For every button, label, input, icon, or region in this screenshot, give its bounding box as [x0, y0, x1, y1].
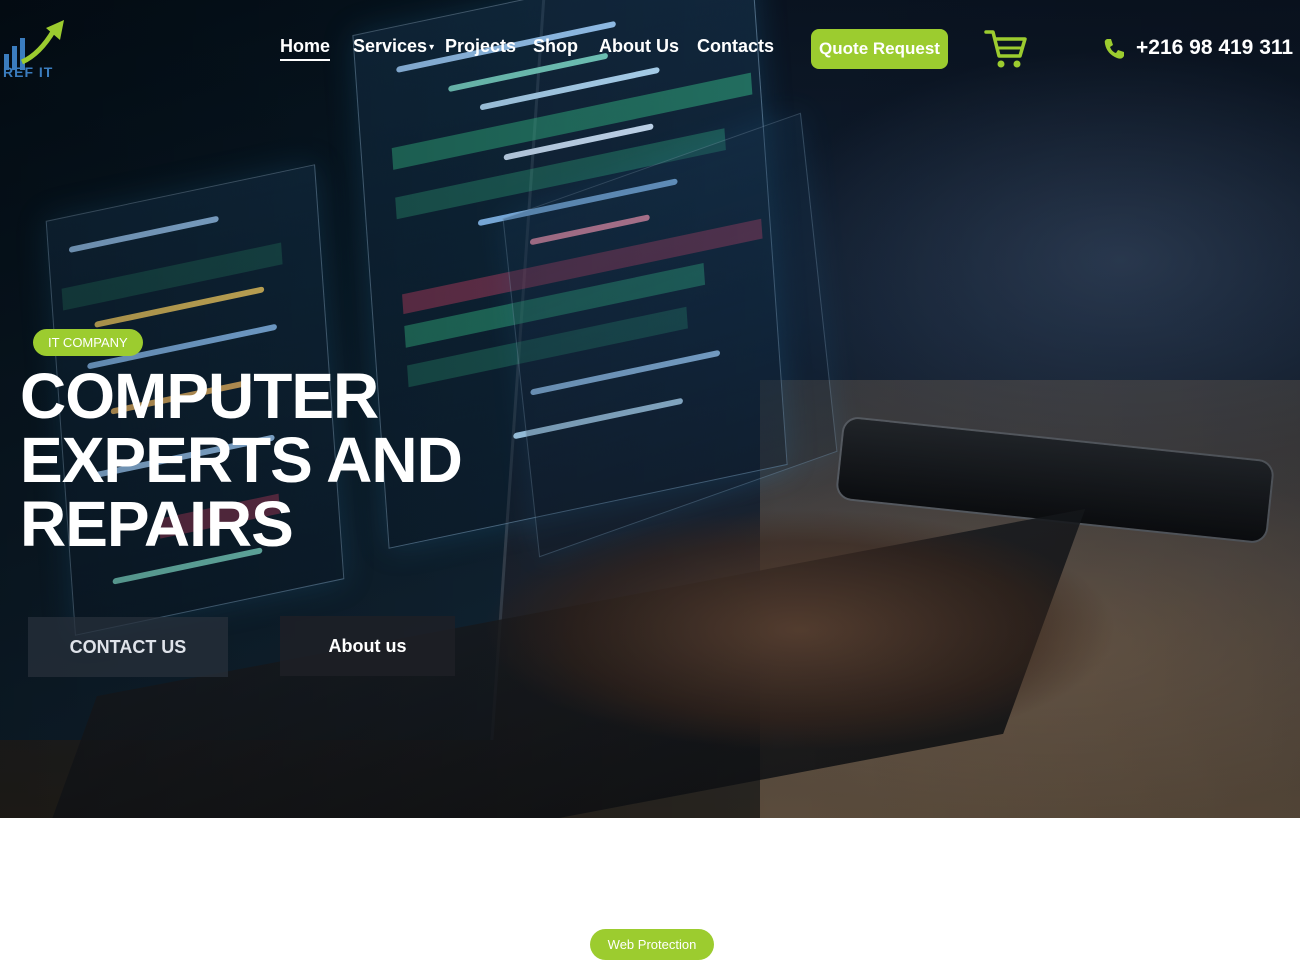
- quote-request-button[interactable]: Quote Request: [811, 29, 948, 69]
- about-us-button[interactable]: About us: [280, 616, 455, 676]
- nav-item-home[interactable]: Home: [280, 36, 331, 61]
- chevron-down-icon: ▾: [429, 41, 435, 53]
- hero-tag-badge: IT COMPANY: [33, 329, 143, 356]
- phone-number-link[interactable]: +216 98 419 311: [1136, 36, 1293, 60]
- shopping-cart-icon[interactable]: [984, 28, 1028, 70]
- hero-headline-line: REPAIRS: [20, 488, 294, 560]
- hero-headline-line: COMPUTER: [20, 360, 379, 432]
- hero-headline: COMPUTER EXPERTS AND REPAIRS: [20, 364, 540, 556]
- nav-item-projects[interactable]: Projects: [445, 36, 516, 57]
- nav-item-about-us[interactable]: About Us: [599, 36, 679, 57]
- nav-item-contacts[interactable]: Contacts: [697, 36, 774, 57]
- hero-headline-line: EXPERTS AND: [20, 424, 463, 496]
- nav-item-shop[interactable]: Shop: [533, 36, 578, 57]
- phone-icon: [1102, 37, 1126, 61]
- section-tag-badge: Web Protection: [590, 929, 714, 960]
- nav-item-services-label: Services: [353, 36, 428, 56]
- contact-us-button[interactable]: CONTACT US: [28, 617, 228, 677]
- logo-text: REF IT: [3, 64, 54, 80]
- nav-item-services[interactable]: Services ▾: [353, 36, 434, 57]
